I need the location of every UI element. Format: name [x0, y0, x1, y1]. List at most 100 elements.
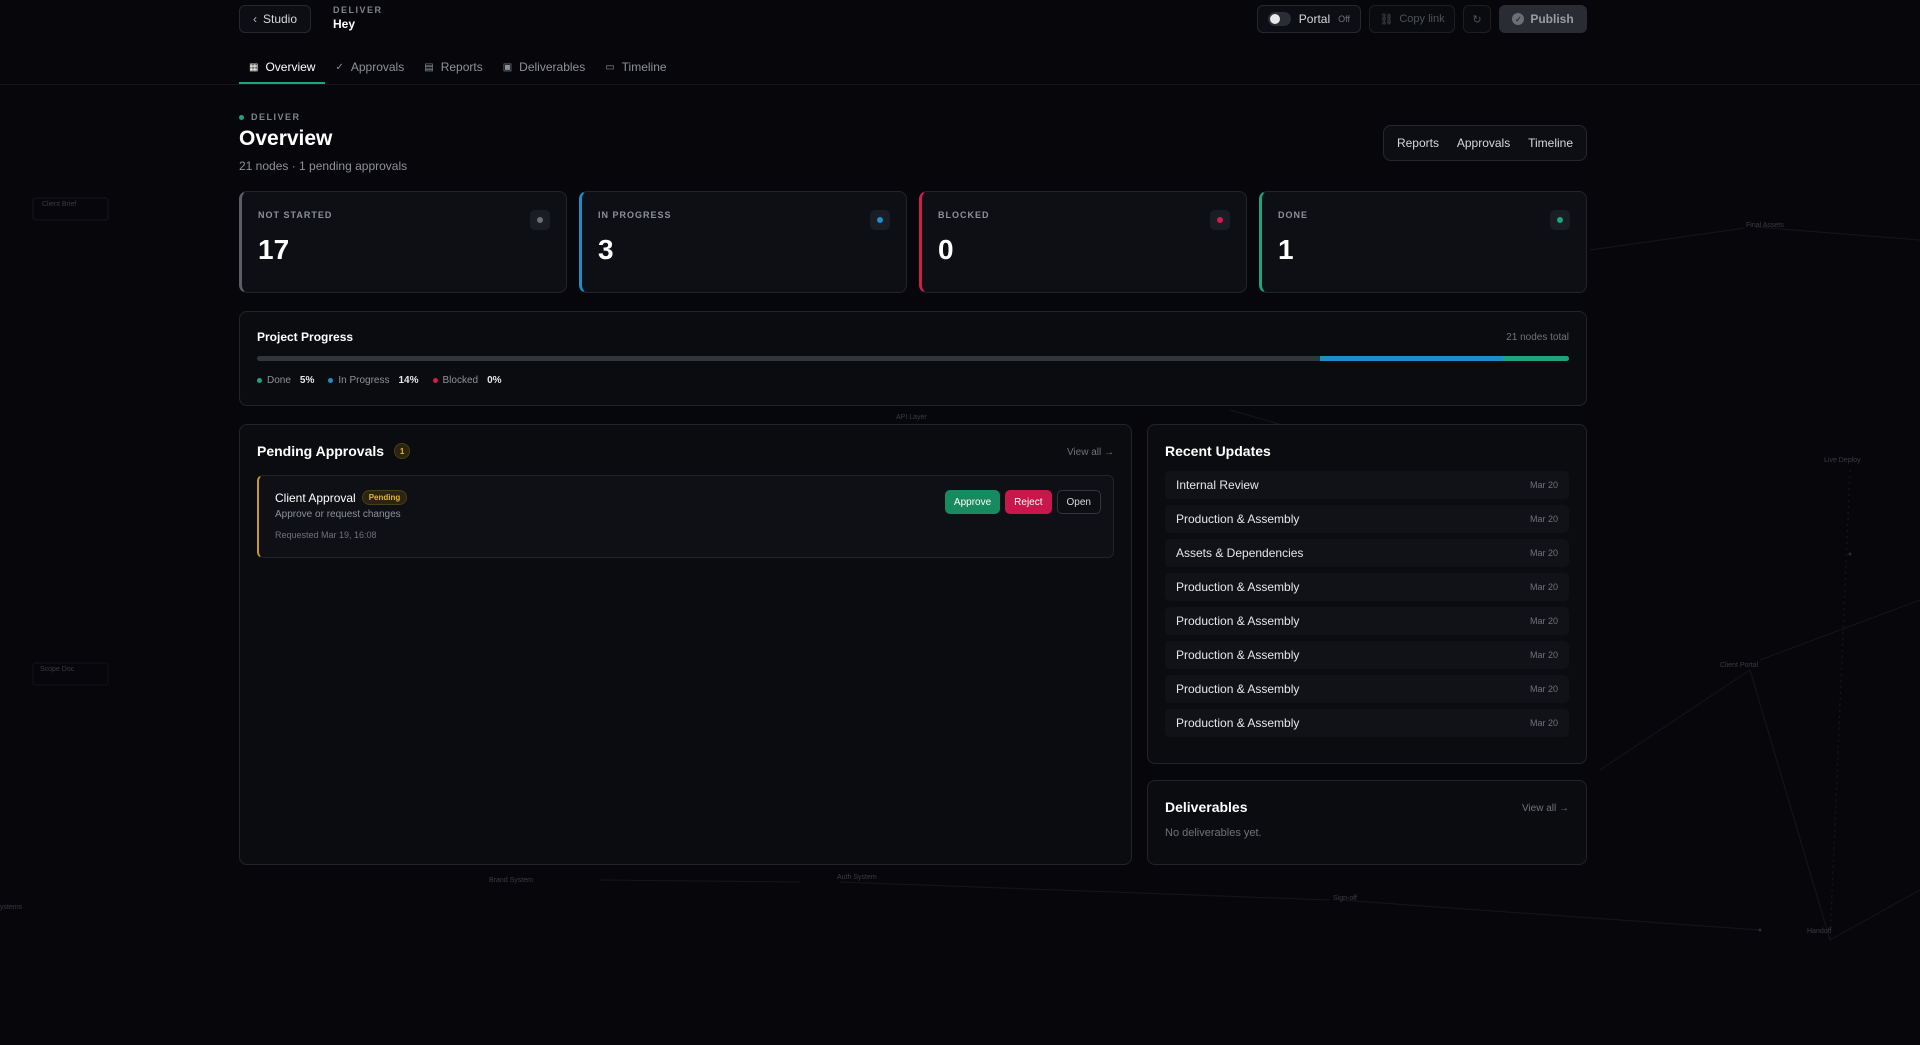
tab-overview[interactable]: ▦ Overview	[239, 50, 326, 84]
update-date: Mar 20	[1529, 616, 1558, 626]
grid-icon: ▦	[249, 61, 259, 73]
breadcrumb: DELIVER Hey	[333, 5, 383, 31]
tab-label: Reports	[440, 60, 483, 74]
list-item[interactable]: Production & Assembly Mar 20	[1165, 675, 1569, 703]
legend-label: In Progress	[338, 375, 390, 386]
update-date: Mar 20	[1529, 548, 1558, 558]
progress-total: 21 nodes total	[1506, 332, 1569, 343]
count-badge: 1	[394, 443, 411, 459]
legend-value: 5%	[299, 375, 315, 386]
tab-divider	[0, 84, 1920, 85]
quick-link-timeline[interactable]: Timeline	[1528, 136, 1573, 150]
progress-title: Project Progress	[257, 330, 354, 344]
approval-actions: Approve Reject Open	[944, 490, 1101, 514]
legend-item-in-progress: In Progress 14%	[328, 375, 419, 386]
approval-item: Client Approval Pending Approve or reque…	[257, 475, 1114, 558]
approval-name: Client Approval	[275, 490, 356, 505]
bg-node-label: Client Brief	[42, 201, 77, 208]
chevron-left-icon: ‹	[252, 12, 257, 26]
page-subtitle: 21 nodes · 1 pending approvals	[239, 159, 408, 173]
quick-link-approvals[interactable]: Approvals	[1457, 136, 1510, 150]
legend-label: Done	[267, 375, 291, 386]
status-dot-icon	[239, 114, 244, 120]
update-date: Mar 20	[1529, 514, 1558, 524]
bg-node: Brand System	[489, 877, 533, 884]
bg-node-label: ystems	[0, 904, 23, 911]
update-name: Production & Assembly	[1176, 716, 1300, 730]
update-name: Production & Assembly	[1176, 682, 1300, 696]
bg-node: API Layer	[896, 414, 927, 421]
stat-value: 0	[938, 234, 954, 265]
empty-state: No deliverables yet.	[1165, 827, 1262, 839]
legend-item-blocked: Blocked 0%	[432, 375, 502, 386]
bg-node-label: Sign-off	[1333, 895, 1357, 902]
bg-node: Handoff	[1807, 928, 1831, 935]
view-all-approvals-link[interactable]: View all →	[1067, 447, 1114, 458]
check-circle-icon: ✓	[1512, 13, 1525, 25]
quick-links: Reports Approvals Timeline	[1383, 125, 1587, 161]
top-actions: Portal Off ⛓ Copy link ↻ ✓ Publish	[1257, 5, 1587, 33]
page-header: DELIVER Overview 21 nodes · 1 pending ap…	[239, 112, 1587, 173]
section-header: Pending Approvals 1	[257, 443, 1114, 459]
bg-node-label: Scope Doc	[40, 666, 75, 673]
section-title: Recent Updates	[1165, 443, 1271, 459]
portal-toggle[interactable]: Portal Off	[1257, 5, 1361, 33]
list-item[interactable]: Assets & Dependencies Mar 20	[1165, 539, 1569, 567]
portal-label: Portal	[1298, 12, 1331, 26]
bg-node-label: Brand System	[489, 877, 533, 884]
update-date: Mar 20	[1529, 582, 1558, 592]
back-to-studio-button[interactable]: ‹ Studio	[239, 5, 311, 33]
list-item[interactable]: Internal Review Mar 20	[1165, 471, 1569, 499]
list-item[interactable]: Production & Assembly Mar 20	[1165, 573, 1569, 601]
stat-card-in-progress: IN PROGRESS 3	[579, 191, 907, 293]
approve-button[interactable]: Approve	[944, 490, 1001, 514]
view-all-deliverables-link[interactable]: View all →	[1522, 803, 1569, 814]
copy-link-label: Copy link	[1399, 13, 1445, 25]
progress-segment-not-started	[257, 356, 1320, 361]
approval-requested-time: Requested Mar 19, 16:08	[275, 530, 377, 540]
tab-label: Overview	[265, 60, 316, 74]
legend-label: Blocked	[442, 375, 479, 386]
status-dot-icon	[877, 217, 883, 223]
section-title: Deliverables	[1165, 799, 1248, 815]
project-progress-card: Project Progress 21 nodes total Done 5% …	[239, 311, 1587, 406]
bg-node-label: Live Deploy	[1824, 457, 1861, 464]
toggle-switch-icon	[1268, 12, 1291, 26]
bg-node: Client Brief	[42, 201, 76, 208]
legend-item-done: Done 5%	[257, 375, 314, 386]
open-button[interactable]: Open	[1056, 490, 1101, 514]
quick-link-reports[interactable]: Reports	[1397, 136, 1439, 150]
chart-icon: ▤	[424, 61, 434, 73]
back-button-label: Studio	[262, 12, 298, 26]
bg-node-label: Handoff	[1807, 928, 1832, 935]
list-item[interactable]: Production & Assembly Mar 20	[1165, 607, 1569, 635]
list-item[interactable]: Production & Assembly Mar 20	[1165, 709, 1569, 737]
tab-deliverables[interactable]: ▣ Deliverables	[493, 50, 595, 84]
bg-node: Sign-off	[1333, 895, 1357, 902]
update-name: Internal Review	[1176, 478, 1259, 492]
update-name: Assets & Dependencies	[1176, 546, 1304, 560]
progress-bar	[257, 356, 1569, 361]
link-icon: ⛓	[1379, 13, 1394, 26]
recent-updates-panel: Recent Updates Internal Review Mar 20 Pro…	[1147, 424, 1587, 764]
tab-reports[interactable]: ▤ Reports	[414, 50, 492, 84]
list-item[interactable]: Production & Assembly Mar 20	[1165, 505, 1569, 533]
pending-approvals-panel: Pending Approvals 1 View all → Client Ap…	[239, 424, 1132, 865]
section-title: Pending Approvals	[257, 443, 385, 459]
copy-link-button[interactable]: ⛓ Copy link	[1369, 5, 1455, 33]
refresh-button[interactable]: ↻	[1463, 5, 1491, 33]
legend-value: 14%	[398, 375, 419, 386]
reject-button[interactable]: Reject	[1005, 490, 1052, 514]
progress-legend: Done 5% In Progress 14% Blocked 0%	[257, 375, 1569, 386]
tab-approvals[interactable]: ✓ Approvals	[325, 50, 414, 84]
update-name: Production & Assembly	[1176, 512, 1300, 526]
stat-value: 3	[598, 234, 614, 265]
project-title: Hey	[333, 17, 356, 31]
status-dot-icon	[1217, 217, 1223, 223]
list-item[interactable]: Production & Assembly Mar 20	[1165, 641, 1569, 669]
tab-timeline[interactable]: ▭ Timeline	[595, 50, 676, 84]
stat-card-done: DONE 1	[1259, 191, 1587, 293]
breadcrumb-section: DELIVER	[333, 5, 383, 15]
stat-cards: NOT STARTED 17 IN PROGRESS 3 BLOCKED 0 D…	[239, 191, 1587, 293]
publish-button[interactable]: ✓ Publish	[1499, 5, 1587, 33]
